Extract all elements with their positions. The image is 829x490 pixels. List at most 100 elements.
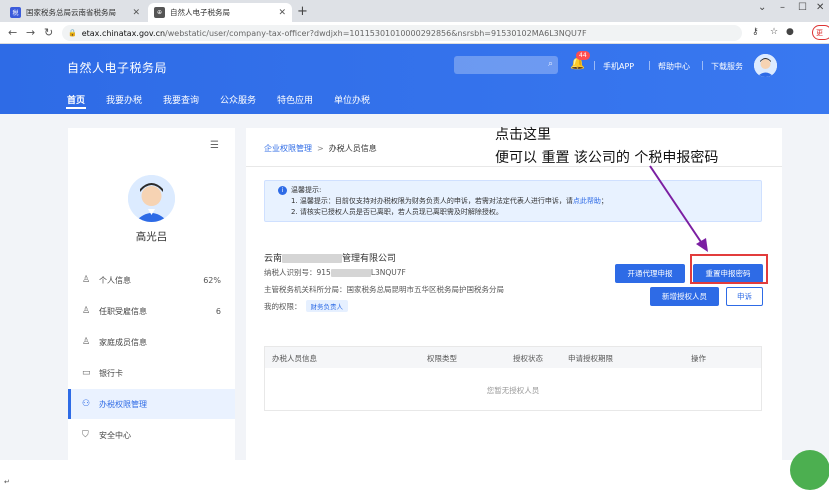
company-name: 云南 管理有限公司 (264, 251, 396, 264)
menu-icon[interactable]: ☰ (210, 140, 219, 151)
tab-title: 自然人电子税务局 (170, 8, 230, 17)
tip-title: 温馨提示: (291, 186, 322, 194)
url-host: etax.chinatax.gov.cn (81, 28, 166, 38)
back-icon[interactable]: ← (8, 26, 17, 39)
site-search-input[interactable]: ⌕ (454, 56, 558, 74)
chevron-down-icon[interactable]: ⌄ (758, 2, 766, 13)
sidebar-item-value: 6 (215, 306, 221, 316)
sidebar-item-label: 个人信息 (99, 275, 131, 285)
header-divider (702, 61, 703, 70)
sidebar-item-value: 62% (203, 275, 221, 285)
nav-home[interactable]: 首页 (67, 93, 85, 106)
close-window-icon[interactable]: ✕ (816, 2, 824, 13)
tip-box: i 温馨提示: 1. 温馨提示：目前仅支持对办税权限为财务负责人的申诉，若需对法… (264, 180, 762, 222)
reload-icon[interactable]: ↻ (44, 26, 53, 39)
minimize-icon[interactable]: – (780, 2, 785, 13)
sidebar-item-bank-card[interactable]: ▭ 银行卡 (68, 358, 235, 388)
taxid-label: 纳税人识别号： (264, 268, 317, 277)
col-action: 操作 (691, 354, 706, 363)
col-person: 办税人员信息 (272, 354, 317, 363)
nav-query[interactable]: 我要查询 (163, 93, 199, 106)
company-name-suffix: 管理有限公司 (342, 254, 397, 264)
close-tab-icon[interactable]: ✕ (274, 8, 286, 18)
browser-tab-bar: 税 国家税务总局云南省税务局 ✕ ⊕ 自然人电子税务局 ✕ + ⌄ – ☐ ✕ (0, 0, 829, 22)
site-logo[interactable]: 自然人电子税务局 (67, 59, 167, 76)
main-panel: 企业权限管理 > 办税人员信息 i 温馨提示: 1. 温馨提示：目前仅支持对办税权限… (246, 128, 782, 460)
profile-icon[interactable]: ● (786, 27, 794, 37)
forward-icon[interactable]: → (26, 26, 35, 39)
header-divider (594, 61, 595, 70)
redacted-block (330, 269, 371, 277)
table-header: 办税人员信息 权限类型 授权状态 申请授权期限 操作 (265, 347, 761, 368)
new-tab-icon[interactable]: + (297, 4, 308, 19)
nav-public-service[interactable]: 公众服务 (220, 93, 256, 106)
info-icon: i (278, 186, 287, 195)
user-name: 高光吕 (135, 231, 168, 243)
notification-badge: 44 (576, 51, 590, 60)
browser-tab-tax-bureau[interactable]: 税 国家税务总局云南省税务局 ✕ (4, 3, 146, 22)
nav-featured-apps[interactable]: 特色应用 (277, 93, 313, 106)
authorized-persons-table: 办税人员信息 权限类型 授权状态 申请授权期限 操作 您暂无授权人员 (264, 346, 762, 411)
sidebar: ☰ 高光吕 ♙ 个人信息 62% ♙ 任职受雇信息 6 ♙ 家庭成员信息 ▭ 银… (68, 128, 235, 460)
sidebar-item-label: 家庭成员信息 (99, 337, 147, 347)
taxid-suffix: L3NQU7F (370, 268, 406, 277)
nav-company-tax[interactable]: 单位办税 (334, 93, 370, 106)
my-permission: 我的权限： 财务负责人 (264, 300, 348, 312)
role-tag: 财务负责人 (305, 300, 348, 312)
url-path: /webstatic/user/company-tax-officer?dwdj… (165, 28, 587, 38)
help-center-link[interactable]: 帮助中心 (658, 61, 690, 72)
tax-favicon-icon: 税 (10, 7, 21, 18)
add-person-button[interactable]: 新增授权人员 (650, 287, 719, 306)
appeal-button[interactable]: 申诉 (726, 287, 763, 306)
sidebar-item-family[interactable]: ♙ 家庭成员信息 (68, 327, 235, 357)
paragraph-mark-icon: ↵ (4, 478, 10, 486)
browser-tab-etax[interactable]: ⊕ 自然人电子税务局 ✕ (148, 3, 292, 22)
col-status: 授权状态 (513, 354, 543, 363)
tip-line-2: 2. 请核实已授权人员是否已离职，若人员现已离职需及时解除授权。 (291, 208, 503, 216)
tip-line-1-end: ； (600, 197, 608, 205)
browser-profile-chip[interactable]: 更 (812, 25, 829, 40)
open-agent-button[interactable]: 开通代理申报 (615, 264, 685, 283)
taxpayer-id: 纳税人识别号：915 L3NQU7F (264, 267, 406, 278)
family-icon: ♙ (82, 337, 91, 347)
mobile-app-link[interactable]: 手机APP (603, 61, 634, 72)
sidebar-item-security[interactable]: ⛉ 安全中心 (68, 420, 235, 450)
sidebar-item-employment[interactable]: ♙ 任职受雇信息 6 (68, 296, 235, 326)
org-icon: ⚇ (82, 399, 91, 409)
site-header: 自然人电子税务局 ⌕ 🔔 44 手机APP 帮助中心 下载服务 首页 我要办税 … (0, 44, 829, 114)
tab-title: 国家税务总局云南省税务局 (26, 8, 116, 17)
key-icon[interactable]: ⚷ (752, 27, 759, 37)
help-link[interactable]: 点此帮助 (573, 197, 601, 205)
lock-icon: 🔒 (68, 29, 77, 37)
tip-line-1-text: 1. 温馨提示：目前仅支持对办税权限为财务负责人的申诉，若需对法定代表人进行申诉… (291, 197, 573, 205)
avatar (128, 175, 175, 222)
breadcrumb-parent-link[interactable]: 企业权限管理 (264, 144, 312, 153)
search-icon[interactable]: ⌕ (548, 59, 553, 69)
tip-line-1: 1. 温馨提示：目前仅支持对办税权限为财务负责人的申诉，若需对法定代表人进行申诉… (291, 196, 608, 206)
bank-card-icon: ▭ (82, 368, 91, 378)
header-divider (649, 61, 650, 70)
download-service-link[interactable]: 下载服务 (711, 61, 743, 72)
empty-state-text: 您暂无授权人员 (486, 386, 540, 395)
header-avatar[interactable] (754, 54, 777, 77)
star-icon[interactable]: ☆ (770, 27, 778, 37)
nav-do-tax[interactable]: 我要办税 (106, 93, 142, 106)
url-field[interactable]: 🔒 etax.chinatax.gov.cn /webstatic/user/c… (62, 25, 742, 41)
user-icon: ♙ (82, 275, 91, 285)
sidebar-item-tax-permission[interactable]: ⚇ 办税权限管理 (68, 389, 235, 419)
tax-authority: 主管税务机关科所分局：国家税务总局昆明市五华区税务局护国税务分局 (264, 285, 504, 294)
sidebar-item-personal-info[interactable]: ♙ 个人信息 62% (68, 265, 235, 295)
sidebar-item-label: 银行卡 (99, 368, 123, 378)
globe-favicon-icon: ⊕ (154, 7, 165, 18)
highlight-box (690, 254, 768, 284)
floating-service-button[interactable] (790, 450, 829, 490)
close-tab-icon[interactable]: ✕ (128, 8, 140, 18)
company-name-prefix: 云南 (264, 254, 283, 264)
annotation-line-2: 便可以 重置 该公司的 个税申报密码 (495, 150, 719, 166)
maximize-icon[interactable]: ☐ (798, 2, 807, 13)
sidebar-item-label: 任职受雇信息 (99, 306, 147, 316)
sidebar-item-label: 安全中心 (99, 430, 131, 440)
nav-active-indicator (66, 107, 86, 109)
col-type: 权限类型 (427, 354, 457, 363)
sidebar-item-label: 办税权限管理 (99, 399, 147, 409)
